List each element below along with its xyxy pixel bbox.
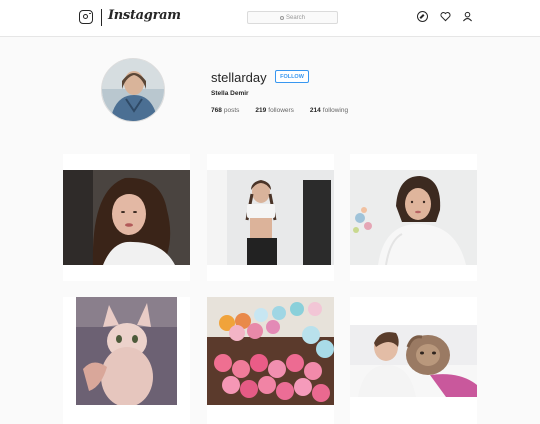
logo-divider: [101, 9, 102, 26]
followers-stat[interactable]: 219 followers: [255, 107, 294, 114]
post-thumbnail-3[interactable]: [350, 154, 477, 281]
top-navigation-bar: Instagram Search: [0, 0, 540, 37]
search-placeholder: Search: [285, 14, 305, 21]
profile-avatar[interactable]: [101, 58, 165, 122]
posts-stat: 768 posts: [211, 107, 240, 114]
follow-button[interactable]: FOLLOW: [275, 70, 309, 83]
profile-full-name: Stella Demir: [211, 90, 249, 97]
profile-stats: 768 posts 219 followers 214 following: [211, 107, 348, 114]
search-input[interactable]: Search: [247, 11, 338, 24]
instagram-logo[interactable]: Instagram: [108, 8, 181, 23]
following-stat[interactable]: 214 following: [310, 107, 348, 114]
post-thumbnail-2[interactable]: [207, 154, 334, 281]
heart-icon[interactable]: [440, 11, 451, 22]
profile-username: stellarday: [211, 70, 267, 85]
compass-icon[interactable]: [417, 11, 428, 22]
camera-icon[interactable]: [79, 10, 93, 24]
post-thumbnail-1[interactable]: [63, 154, 190, 281]
user-icon[interactable]: [462, 11, 473, 22]
search-icon: [279, 15, 284, 20]
